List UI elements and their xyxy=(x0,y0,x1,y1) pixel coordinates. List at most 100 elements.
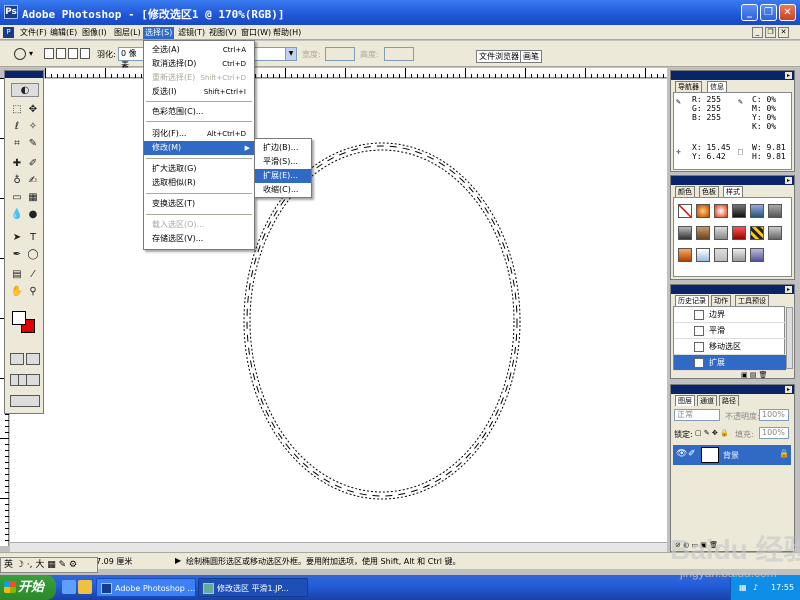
menu-window[interactable]: 窗口(W) xyxy=(239,27,273,39)
panel-header[interactable]: ▸ xyxy=(671,385,794,394)
tab-info[interactable]: 信息 xyxy=(707,81,727,92)
pen-tool-icon[interactable]: ✒ xyxy=(10,248,24,262)
menu-item-feather[interactable]: 羽化(F)... Alt+Ctrl+D xyxy=(144,127,254,141)
style-swatch[interactable] xyxy=(696,226,710,240)
tab-styles[interactable]: 样式 xyxy=(723,186,743,197)
menu-view[interactable]: 视图(V) xyxy=(207,27,239,39)
history-item[interactable]: 移动选区 xyxy=(674,339,786,355)
menu-item-contract[interactable]: 收缩(C)... xyxy=(255,183,311,197)
panel-menu-icon[interactable]: ▸ xyxy=(785,177,792,184)
history-item-current[interactable]: 扩展 xyxy=(674,355,786,371)
menu-item-color-range[interactable]: 色彩范围(C)... xyxy=(144,105,254,119)
menu-edit[interactable]: 编辑(E) xyxy=(48,27,79,39)
hand-tool-icon[interactable]: ✋ xyxy=(10,285,24,299)
menu-file[interactable]: 文件(F) xyxy=(18,27,49,39)
history-footer-icons[interactable]: ▣ ▤ 🗑 xyxy=(741,371,768,379)
history-item[interactable]: 平滑 xyxy=(674,323,786,339)
clock[interactable]: 17:55 xyxy=(771,575,794,600)
style-swatch[interactable] xyxy=(678,248,692,262)
tab-channels[interactable]: 通道 xyxy=(697,395,717,406)
menu-item-save-selection[interactable]: 存储选区(V)... xyxy=(144,232,254,246)
style-dropdown-arrow-icon[interactable]: ▼ xyxy=(285,47,297,61)
tab-history[interactable]: 历史记录 xyxy=(675,295,709,306)
photoshop-app-icon[interactable]: Ps xyxy=(4,5,18,19)
crop-tool-icon[interactable]: ⌗ xyxy=(10,137,24,151)
blur-tool-icon[interactable]: 💧 xyxy=(10,208,24,222)
panel-menu-icon[interactable]: ▸ xyxy=(785,72,792,79)
doc-close-button[interactable]: ✕ xyxy=(778,27,789,38)
eyedropper-tool-icon[interactable]: ⁄ xyxy=(26,268,40,282)
subtract-selection-mode-button[interactable] xyxy=(68,48,78,59)
style-swatch[interactable] xyxy=(714,204,728,218)
type-tool-icon[interactable]: T xyxy=(26,231,40,245)
menu-help[interactable]: 帮助(H) xyxy=(271,27,303,39)
menu-item-modify[interactable]: 修改(M) ▶ xyxy=(144,141,254,155)
document-canvas[interactable] xyxy=(10,79,667,542)
style-swatch[interactable] xyxy=(750,226,764,240)
clone-stamp-tool-icon[interactable]: ♁ xyxy=(10,174,24,188)
minimize-button[interactable]: _ xyxy=(741,4,758,21)
explorer-quick-launch-icon[interactable] xyxy=(78,580,92,594)
style-swatch[interactable] xyxy=(750,204,764,218)
panel-header[interactable]: ▸ xyxy=(671,176,794,185)
style-swatch[interactable] xyxy=(732,226,746,240)
tab-file-browser[interactable]: 文件浏览器 xyxy=(476,50,522,63)
menu-item-expand[interactable]: 扩展(E)... xyxy=(255,169,311,183)
style-swatch[interactable] xyxy=(768,204,782,218)
style-swatch[interactable] xyxy=(768,226,782,240)
close-button[interactable]: ✕ xyxy=(779,4,796,21)
notes-tool-icon[interactable]: ▤ xyxy=(10,268,24,282)
tab-actions[interactable]: 动作 xyxy=(711,295,731,306)
style-swatch[interactable] xyxy=(696,204,710,218)
history-scrollbar[interactable] xyxy=(786,307,793,369)
lasso-tool-icon[interactable]: ℓ xyxy=(10,120,24,134)
eye-visibility-icon[interactable]: 👁 xyxy=(676,449,687,459)
layer-row-background[interactable]: 👁 ✐ 背景 🔒 xyxy=(673,445,791,465)
menu-item-inverse[interactable]: 反选(I) Shift+Ctrl+I xyxy=(144,85,254,99)
style-swatch[interactable] xyxy=(714,248,728,262)
quick-mask-mode-button[interactable] xyxy=(26,353,40,365)
layers-footer-icons[interactable]: ⊘ ◐ ▭ ▣ 🗑 xyxy=(675,541,718,549)
dodge-tool-icon[interactable]: ● xyxy=(26,208,40,222)
lock-icons[interactable]: ▢ ✎ ✥ 🔒 xyxy=(695,429,729,437)
start-button[interactable]: 开始 xyxy=(0,575,56,600)
task-photoshop[interactable]: Adobe Photoshop ... xyxy=(96,578,196,597)
add-selection-mode-button[interactable] xyxy=(56,48,66,59)
menu-layer[interactable]: 图层(L) xyxy=(112,27,143,39)
doc-minimize-button[interactable]: _ xyxy=(752,27,763,38)
menu-item-deselect[interactable]: 取消选择(D) Ctrl+D xyxy=(144,57,254,71)
history-brush-tool-icon[interactable]: ✍ xyxy=(26,174,40,188)
status-arrow-icon[interactable]: ▶ xyxy=(175,556,181,565)
gradient-tool-icon[interactable]: ▦ xyxy=(26,191,40,205)
style-swatch[interactable] xyxy=(732,248,746,262)
style-swatch[interactable] xyxy=(750,248,764,262)
tool-preset-arrow-icon[interactable]: ▾ xyxy=(29,49,33,58)
brush-tool-icon[interactable]: ✐ xyxy=(26,157,40,171)
tab-tool-presets[interactable]: 工具预设 xyxy=(735,295,769,306)
doc-restore-button[interactable]: ❐ xyxy=(765,27,776,38)
magic-wand-tool-icon[interactable]: ✧ xyxy=(26,120,40,134)
full-screen-mode-button[interactable] xyxy=(26,374,40,386)
shape-tool-icon[interactable]: ◯ xyxy=(26,248,40,262)
panel-menu-icon[interactable]: ▸ xyxy=(785,286,792,293)
move-tool-icon[interactable]: ✥ xyxy=(26,103,40,117)
task-image-viewer[interactable]: 修改选区 平滑1.JP... xyxy=(198,578,308,597)
menu-item-transform-selection[interactable]: 变换选区(T) xyxy=(144,197,254,211)
blend-mode-select[interactable]: 正常 xyxy=(674,409,720,421)
photoshop-logo-icon[interactable]: ◐ xyxy=(11,83,39,97)
horizontal-scrollbar[interactable] xyxy=(10,542,667,552)
menu-item-border[interactable]: 扩边(B)... xyxy=(255,141,311,155)
tab-layers[interactable]: 图层 xyxy=(675,395,695,406)
healing-brush-tool-icon[interactable]: ✚ xyxy=(10,157,24,171)
fill-input[interactable]: 100% xyxy=(759,427,789,439)
eraser-tool-icon[interactable]: ▭ xyxy=(10,191,24,205)
path-selection-tool-icon[interactable]: ➤ xyxy=(10,231,24,245)
jump-to-imageready-button[interactable] xyxy=(10,395,40,407)
menu-item-similar[interactable]: 选取相似(R) xyxy=(144,176,254,190)
history-item[interactable]: 边界 xyxy=(674,307,786,323)
style-swatch[interactable] xyxy=(678,226,692,240)
ime-icons[interactable]: 英 ☽ ·, 大 ▦ ✎ ⚙ xyxy=(4,558,77,572)
ime-toolbar[interactable]: 英 ☽ ·, 大 ▦ ✎ ⚙ xyxy=(0,557,98,573)
new-selection-mode-button[interactable] xyxy=(44,48,54,59)
panel-header[interactable]: ▸ xyxy=(671,285,794,294)
